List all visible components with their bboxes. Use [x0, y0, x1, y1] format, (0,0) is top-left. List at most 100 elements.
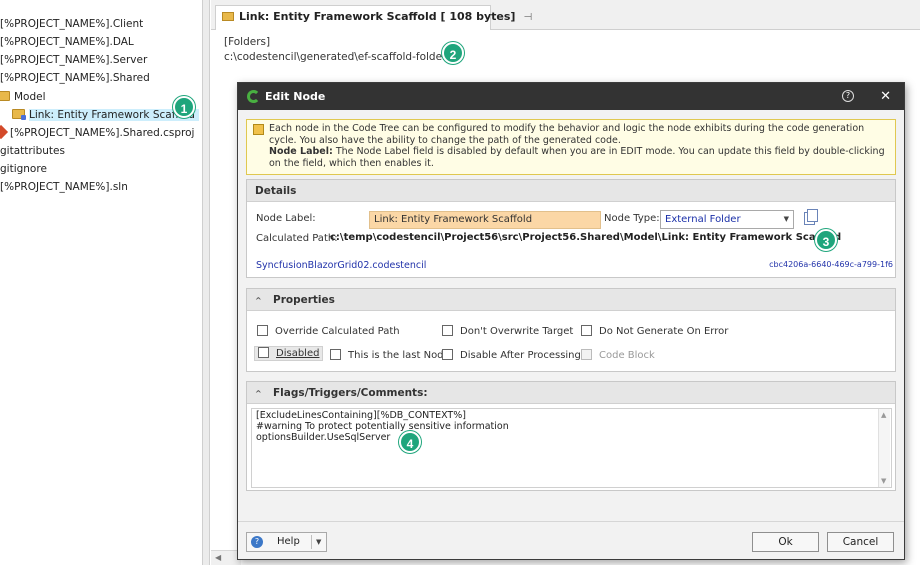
checkbox-box[interactable]: [330, 349, 341, 360]
tree-item-label: [%PROJECT_NAME%].Client: [0, 18, 144, 30]
dialog-title-bar[interactable]: Edit Node ? ✕: [238, 83, 904, 110]
collapse-icon[interactable]: ^: [255, 383, 267, 405]
dialog-title: Edit Node: [265, 90, 326, 103]
close-icon[interactable]: ✕: [880, 83, 891, 110]
flags-header-label: Flags/Triggers/Comments:: [273, 387, 428, 399]
help-button[interactable]: ? Help ▼: [246, 532, 327, 552]
document-tab-bar: Link: Entity Framework Scaffold [ 108 by…: [211, 0, 920, 31]
calc-path-caption: Calculated Path:: [256, 233, 338, 244]
flags-scrollbar[interactable]: ▲ ▼: [878, 409, 890, 487]
folder-icon: [222, 12, 234, 21]
tree-item-csproj[interactable]: [%PROJECT_NAME%].Shared.csproj: [0, 124, 194, 142]
tree-item-label: gitignore: [0, 163, 47, 175]
help-icon[interactable]: ?: [842, 90, 854, 102]
tree-item-shared[interactable]: [%PROJECT_NAME%].Shared: [0, 69, 150, 87]
checkbox-box[interactable]: [581, 325, 592, 336]
ok-button[interactable]: Ok: [752, 532, 819, 552]
checkbox-label: Code Block: [599, 350, 655, 361]
disabled-checkbox[interactable]: Disabled: [254, 346, 324, 363]
tree-item-label: [%PROJECT_NAME%].Server: [0, 54, 148, 66]
tree-item-link-scaffold[interactable]: Link: Entity Framework Scaffold: [12, 106, 199, 124]
info-text-1: Each node in the Code Tree can be config…: [269, 123, 865, 146]
tree-item-dal[interactable]: [%PROJECT_NAME%].DAL: [0, 33, 134, 51]
chevron-down-icon: ▼: [783, 215, 789, 223]
folder-icon: [0, 91, 10, 101]
node-type-caption: Node Type:: [604, 213, 660, 224]
copy-icon[interactable]: [804, 209, 818, 225]
tree-item-label: [%PROJECT_NAME%].sln: [0, 181, 128, 193]
pin-icon[interactable]: ⊣: [523, 12, 532, 23]
edit-node-dialog: Edit Node ? ✕ Each node in the Code Tree…: [237, 82, 905, 560]
code-tree-panel: [%PROJECT_NAME%].Client [%PROJECT_NAME%]…: [0, 0, 203, 565]
flags-group: ^ Flags/Triggers/Comments: [ExcludeLinesC…: [246, 381, 896, 491]
tree-item-label: [%PROJECT_NAME%].Shared.csproj: [10, 127, 195, 139]
properties-group: ^ Properties Override Calculated Path Don…: [246, 288, 896, 372]
folders-label: [Folders]: [224, 36, 271, 48]
help-button-label: Help: [277, 536, 300, 547]
folders-path: c:\codestencil\generated\ef-scaffold-fol…: [224, 51, 447, 63]
details-header: Details: [247, 180, 895, 202]
flags-textarea[interactable]: [ExcludeLinesContaining][%DB_CONTEXT%] #…: [251, 408, 892, 488]
checkbox-label: Disable After Processing: [460, 350, 581, 361]
callout-badge-4: 4: [399, 431, 421, 453]
do-not-generate-on-error-checkbox[interactable]: Do Not Generate On Error: [581, 325, 728, 341]
collapse-icon[interactable]: ^: [255, 290, 267, 312]
node-guid: cbc4206a-6640-469c-a799-1f6: [769, 260, 893, 269]
note-icon: [253, 124, 264, 135]
override-calculated-path-checkbox[interactable]: Override Calculated Path: [257, 325, 400, 341]
checkbox-label: Disabled: [276, 348, 320, 359]
flags-header[interactable]: ^ Flags/Triggers/Comments:: [247, 382, 895, 404]
footer-divider: [238, 521, 904, 522]
scroll-left-icon[interactable]: ◀: [215, 553, 221, 562]
tree-item-sln[interactable]: [%PROJECT_NAME%].sln: [0, 178, 128, 196]
checkbox-label: Don't Overwrite Target: [460, 326, 574, 337]
cancel-button[interactable]: Cancel: [827, 532, 894, 552]
tree-item-label: [%PROJECT_NAME%].DAL: [0, 36, 134, 48]
checkbox-box: [581, 349, 592, 360]
csproj-icon: [0, 124, 9, 140]
tree-item-server[interactable]: [%PROJECT_NAME%].Server: [0, 51, 147, 69]
checkbox-label: Override Calculated Path: [275, 326, 400, 337]
calc-path-value: c:\temp\codestencil\Project56\src\Projec…: [330, 232, 842, 243]
checkbox-box[interactable]: [257, 325, 268, 336]
button-divider: [311, 535, 312, 549]
checkbox-box[interactable]: [258, 347, 269, 358]
help-icon: ?: [251, 536, 263, 548]
scroll-down-icon[interactable]: ▼: [881, 477, 886, 485]
panel-splitter[interactable]: [203, 0, 210, 565]
chevron-down-icon[interactable]: ▼: [316, 533, 321, 551]
node-type-select[interactable]: External Folder ▼: [660, 210, 794, 229]
tree-item-gitignore[interactable]: gitignore: [0, 160, 47, 178]
link-folder-icon: [12, 109, 26, 120]
tree-item-gitattributes[interactable]: gitattributes: [0, 142, 65, 160]
properties-header[interactable]: ^ Properties: [247, 289, 895, 311]
checkbox-box[interactable]: [442, 325, 453, 336]
info-text-2: The Node Label field is disabled by defa…: [269, 146, 885, 169]
callout-badge-3: 3: [815, 229, 837, 251]
disable-after-processing-checkbox[interactable]: Disable After Processing: [442, 349, 581, 365]
node-label-caption: Node Label:: [256, 213, 316, 224]
app-logo-icon: [247, 90, 260, 103]
tree-item-label: Model: [14, 91, 46, 103]
document-tab[interactable]: Link: Entity Framework Scaffold [ 108 by…: [215, 5, 532, 31]
callout-badge-1: 1: [173, 96, 195, 118]
checkbox-label: This is the last Node: [348, 350, 450, 361]
info-bold-label: Node Label:: [269, 146, 333, 157]
last-node-checkbox[interactable]: This is the last Node: [330, 349, 450, 365]
checkbox-box[interactable]: [442, 349, 453, 360]
dont-overwrite-target-checkbox[interactable]: Don't Overwrite Target: [442, 325, 573, 341]
info-box: Each node in the Code Tree can be config…: [246, 119, 896, 175]
details-group: Details Node Label: Link: Entity Framewo…: [246, 179, 896, 278]
checkbox-label: Do Not Generate On Error: [599, 326, 729, 337]
node-type-value: External Folder: [665, 214, 741, 225]
scroll-up-icon[interactable]: ▲: [881, 411, 886, 419]
tree-item-client[interactable]: [%PROJECT_NAME%].Client: [0, 15, 143, 33]
template-link[interactable]: SyncfusionBlazorGrid02.codestencil: [256, 260, 426, 271]
tree-item-label: [%PROJECT_NAME%].Shared: [0, 72, 150, 84]
properties-header-label: Properties: [273, 294, 335, 306]
callout-badge-2: 2: [442, 42, 464, 64]
document-tab-title: Link: Entity Framework Scaffold [ 108 by…: [239, 10, 516, 23]
node-label-input[interactable]: Link: Entity Framework Scaffold: [369, 211, 601, 229]
tree-item-model[interactable]: Model: [0, 88, 46, 106]
tree-item-label: gitattributes: [0, 145, 65, 157]
